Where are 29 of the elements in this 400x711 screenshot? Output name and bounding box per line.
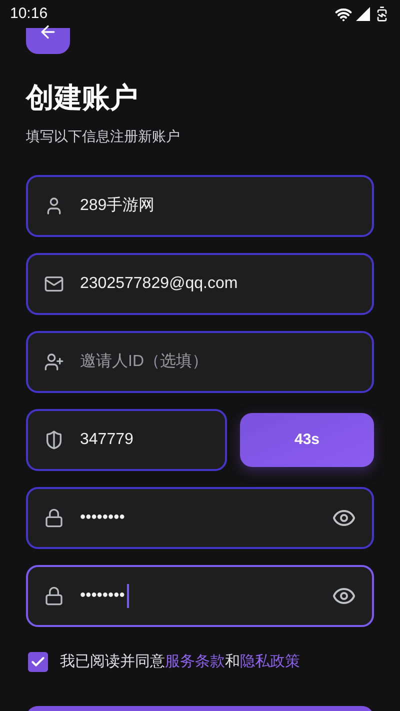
input-field[interactable]: •••••••• — [26, 565, 374, 627]
status-time: 10:16 — [10, 4, 48, 24]
agreement-checkbox[interactable] — [28, 652, 48, 672]
shield-icon — [44, 430, 64, 450]
field-value: •••••••• — [80, 586, 125, 606]
wifi-icon — [335, 6, 352, 22]
field-value: 289手游网 — [80, 196, 155, 216]
text-caret — [126, 584, 129, 608]
input-field[interactable]: 347779 — [26, 409, 227, 471]
terms-link[interactable]: 隐私政策 — [240, 653, 300, 670]
add-person-icon — [44, 352, 64, 372]
page-title: 创建账户 — [26, 81, 139, 115]
lock-icon — [44, 508, 64, 528]
agreement-text: 我已阅读并同意服务条款和隐私政策 — [60, 652, 300, 672]
input-field[interactable]: 2302577829@qq.com — [26, 253, 374, 315]
signal-icon — [356, 7, 370, 21]
input-field[interactable]: •••••••• — [26, 487, 374, 549]
mail-icon — [44, 274, 64, 294]
lock-icon — [44, 586, 64, 606]
resend-countdown-button[interactable]: 43s — [240, 413, 374, 467]
input-field[interactable]: 289手游网 — [26, 175, 374, 237]
field-placeholder: 邀请人ID（选填） — [80, 352, 208, 372]
back-button[interactable] — [26, 28, 70, 54]
input-field[interactable]: 邀请人ID（选填） — [26, 331, 374, 393]
field-value: •••••••• — [80, 508, 125, 528]
page-subtitle: 填写以下信息注册新账户 — [26, 127, 181, 146]
field-value: 2302577829@qq.com — [80, 274, 238, 294]
field-value: 347779 — [80, 430, 134, 450]
terms-link[interactable]: 服务条款 — [165, 653, 225, 670]
